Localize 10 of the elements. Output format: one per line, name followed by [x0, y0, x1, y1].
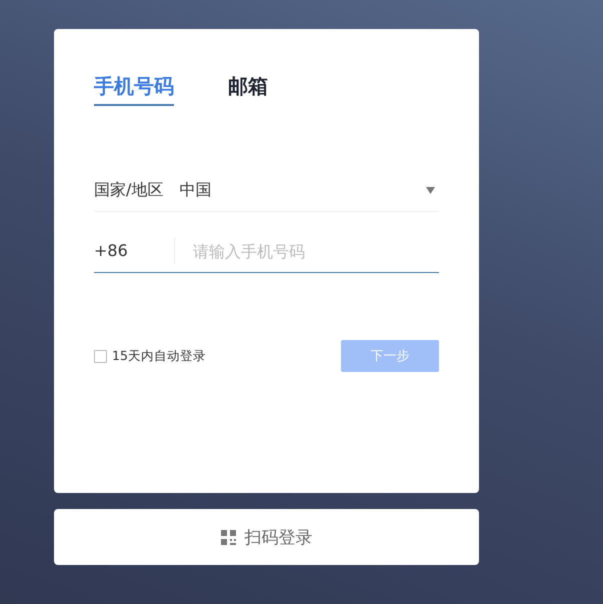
- country-code: +86: [94, 238, 175, 264]
- region-value: 中国: [179, 180, 212, 200]
- caret-icon: [426, 186, 435, 194]
- remember-checkbox[interactable]: 15天内自动登录: [94, 348, 206, 364]
- region-label: 国家/地区: [94, 180, 164, 200]
- tab[interactable]: 邮箱: [228, 73, 268, 106]
- qr-login-button[interactable]: 扫码登录: [54, 509, 479, 565]
- region-select[interactable]: 国家/地区 中国: [94, 169, 439, 212]
- qr-code-icon: [220, 530, 236, 544]
- tab[interactable]: 手机号码: [94, 73, 174, 106]
